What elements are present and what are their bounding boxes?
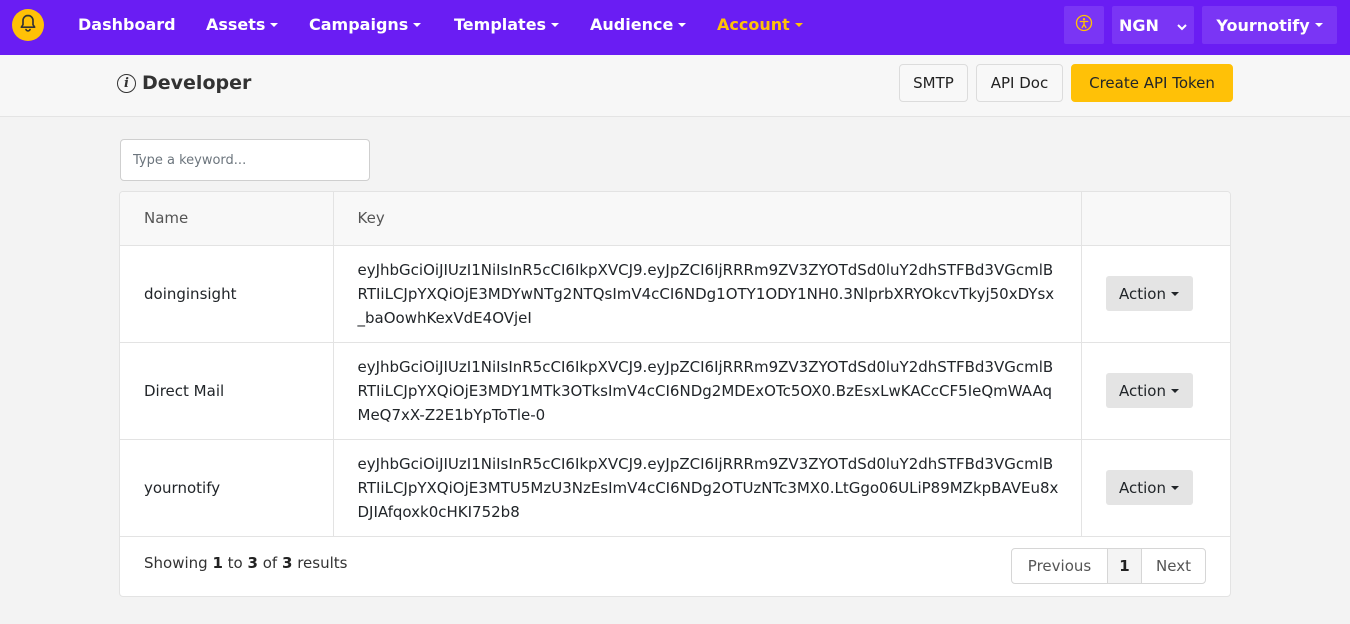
action-dropdown-button[interactable]: Action [1105, 276, 1193, 311]
showing-label: Showing [144, 554, 208, 572]
nav-templates-label: Templates [454, 15, 547, 34]
nav-account-label: Account [717, 15, 790, 34]
table-header-row: Name Key [120, 192, 1230, 246]
user-menu[interactable]: Yournotify [1202, 6, 1337, 44]
next-page-button[interactable]: Next [1142, 549, 1205, 583]
previous-page-button[interactable]: Previous [1012, 549, 1108, 583]
token-action-cell: Action [1081, 342, 1230, 440]
token-name: Direct Mail [120, 342, 334, 440]
caret-down-icon [413, 23, 422, 27]
of-label: of [262, 554, 278, 572]
nav-dashboard-label: Dashboard [78, 15, 176, 34]
nav-assets[interactable]: Assets [206, 0, 279, 50]
column-header-key: Key [333, 192, 1082, 246]
token-key-cell: eyJhbGciOiJIUzI1NiIsInR5cCI6IkpXVCJ9.eyJ… [333, 245, 1082, 343]
caret-down-icon [1170, 388, 1179, 393]
page-title: i Developer [117, 70, 251, 96]
table-row: doinginsight eyJhbGciOiJIUzI1NiIsInR5cCI… [120, 245, 1230, 343]
smtp-button[interactable]: SMTP [899, 64, 968, 102]
page-1-button[interactable]: 1 [1108, 549, 1142, 583]
action-label: Action [1119, 478, 1166, 497]
accessibility-button[interactable] [1064, 6, 1104, 44]
results-label: results [297, 554, 348, 572]
caret-down-icon [1170, 485, 1179, 490]
nav-templates[interactable]: Templates [454, 0, 560, 50]
results-total: 3 [281, 554, 293, 572]
nav-campaigns[interactable]: Campaigns [309, 0, 422, 50]
column-header-name: Name [120, 192, 334, 246]
pagination: Previous 1 Next [1011, 548, 1206, 584]
caret-down-icon [551, 23, 560, 27]
token-name: yournotify [120, 439, 334, 537]
api-tokens-table: Name Key doinginsight eyJhbGciOiJIUzI1Ni… [120, 192, 1230, 537]
nav-audience-label: Audience [590, 15, 674, 34]
search-input[interactable] [120, 139, 370, 181]
action-label: Action [1119, 284, 1166, 303]
token-key: eyJhbGciOiJIUzI1NiIsInR5cCI6IkpXVCJ9.eyJ… [357, 454, 1059, 521]
token-action-cell: Action [1081, 439, 1230, 537]
currency-select[interactable]: NGN [1112, 6, 1194, 44]
nav-campaigns-label: Campaigns [309, 15, 409, 34]
logo[interactable] [12, 9, 44, 41]
action-dropdown-button[interactable]: Action [1105, 373, 1193, 408]
action-label: Action [1119, 381, 1166, 400]
to-label: to [227, 554, 243, 572]
token-action-cell: Action [1081, 245, 1230, 343]
nav-account[interactable]: Account [717, 0, 803, 50]
results-to: 3 [247, 554, 258, 572]
accessibility-icon [1075, 14, 1093, 36]
bell-icon [18, 13, 38, 37]
chevron-down-icon [1177, 16, 1187, 35]
results-from: 1 [212, 554, 223, 572]
caret-down-icon [1170, 291, 1179, 296]
action-dropdown-button[interactable]: Action [1105, 470, 1193, 505]
caret-down-icon [678, 23, 687, 27]
table-row: yournotify eyJhbGciOiJIUzI1NiIsInR5cCI6I… [120, 439, 1230, 537]
api-doc-button[interactable]: API Doc [976, 64, 1063, 102]
user-name: Yournotify [1216, 15, 1310, 35]
token-name: doinginsight [120, 245, 334, 343]
column-header-actions [1081, 192, 1230, 246]
nav-assets-label: Assets [206, 15, 266, 34]
token-key: eyJhbGciOiJIUzI1NiIsInR5cCI6IkpXVCJ9.eyJ… [357, 357, 1054, 424]
table-row: Direct Mail eyJhbGciOiJIUzI1NiIsInR5cCI6… [120, 342, 1230, 440]
nav-dashboard[interactable]: Dashboard [78, 0, 176, 50]
top-navbar: Dashboard Assets Campaigns Templates Aud… [0, 0, 1350, 55]
token-key: eyJhbGciOiJIUzI1NiIsInR5cCI6IkpXVCJ9.eyJ… [357, 260, 1055, 327]
nav-audience[interactable]: Audience [590, 0, 687, 50]
page-title-text: Developer [142, 72, 252, 94]
info-icon: i [117, 73, 136, 93]
caret-down-icon [794, 23, 803, 27]
results-summary: Showing 1 to 3 of 3 results [144, 554, 347, 572]
token-key-cell: eyJhbGciOiJIUzI1NiIsInR5cCI6IkpXVCJ9.eyJ… [333, 439, 1082, 537]
api-tokens-card: Name Key doinginsight eyJhbGciOiJIUzI1Ni… [119, 191, 1231, 597]
caret-down-icon [1314, 23, 1323, 27]
create-api-token-button[interactable]: Create API Token [1071, 64, 1233, 102]
token-key-cell: eyJhbGciOiJIUzI1NiIsInR5cCI6IkpXVCJ9.eyJ… [333, 342, 1082, 440]
caret-down-icon [270, 23, 279, 27]
currency-value: NGN [1119, 15, 1159, 35]
